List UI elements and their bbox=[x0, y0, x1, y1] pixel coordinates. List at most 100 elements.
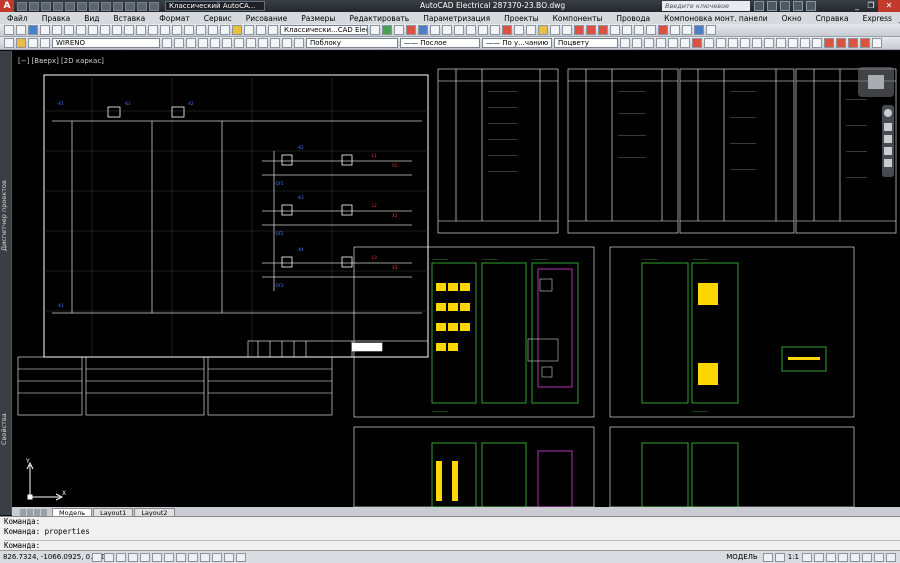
pin-icon[interactable] bbox=[370, 25, 380, 35]
make-current-icon[interactable] bbox=[162, 38, 172, 48]
gap-icon[interactable] bbox=[622, 25, 632, 35]
favorites-icon[interactable] bbox=[793, 1, 803, 11]
zoom-icon[interactable] bbox=[101, 1, 111, 11]
isolate-objects-icon[interactable] bbox=[862, 552, 872, 562]
menu-view[interactable]: Вид bbox=[77, 14, 106, 23]
publish-icon[interactable] bbox=[64, 25, 74, 35]
wire-tools-icon[interactable] bbox=[872, 38, 882, 48]
menu-modify[interactable]: Редактировать bbox=[342, 14, 416, 23]
annotation-scale[interactable]: 1:1 bbox=[788, 553, 799, 561]
menu-projects[interactable]: Проекты bbox=[497, 14, 545, 23]
minimize-button[interactable]: _ bbox=[850, 0, 864, 12]
lower-sheets[interactable] bbox=[17, 356, 333, 416]
application-menu-button[interactable]: A bbox=[0, 0, 14, 12]
help-icon[interactable] bbox=[806, 1, 816, 11]
enclosure-outlines[interactable] bbox=[431, 262, 827, 507]
explode-icon[interactable] bbox=[812, 38, 822, 48]
block-icon[interactable] bbox=[149, 1, 159, 11]
menu-insert[interactable]: Вставка bbox=[107, 14, 153, 23]
insert-wire-icon-4[interactable] bbox=[848, 38, 858, 48]
zoom-previous-icon[interactable] bbox=[184, 25, 194, 35]
transparency-icon[interactable] bbox=[212, 552, 222, 562]
audit-icon[interactable] bbox=[658, 25, 668, 35]
insert-wire-icon-3[interactable] bbox=[836, 38, 846, 48]
subscription-icon[interactable] bbox=[767, 1, 777, 11]
first-tab-icon[interactable] bbox=[20, 509, 26, 516]
color-select[interactable]: Поблоку bbox=[306, 38, 398, 48]
search-icon[interactable] bbox=[754, 1, 764, 11]
copy-component-icon[interactable] bbox=[466, 25, 476, 35]
orbit-nav-icon[interactable] bbox=[884, 147, 892, 155]
relay-contacts[interactable] bbox=[107, 106, 353, 268]
auto-scale-icon[interactable] bbox=[814, 552, 824, 562]
cut-icon[interactable] bbox=[76, 25, 86, 35]
insert-wire-icon-5[interactable] bbox=[860, 38, 870, 48]
save-icon[interactable] bbox=[41, 1, 51, 11]
menu-file[interactable]: Файл bbox=[0, 14, 35, 23]
signal-arrow-icon[interactable] bbox=[574, 25, 584, 35]
match-properties-icon[interactable] bbox=[112, 25, 122, 35]
scoot-icon[interactable] bbox=[490, 25, 500, 35]
tool-palettes-icon[interactable] bbox=[220, 25, 230, 35]
layer-icon[interactable] bbox=[137, 1, 147, 11]
search-input[interactable]: Введите ключевое слово/фразу bbox=[662, 1, 750, 20]
extend-icon[interactable] bbox=[752, 38, 762, 48]
layer-match-icon[interactable] bbox=[270, 38, 280, 48]
lineweight-icon[interactable] bbox=[200, 552, 210, 562]
prev-tab-icon[interactable] bbox=[27, 509, 33, 516]
osnap-icon[interactable] bbox=[140, 552, 150, 562]
properties-tab[interactable]: Свойства bbox=[0, 399, 12, 459]
new-icon[interactable] bbox=[17, 1, 27, 11]
menu-edit[interactable]: Правка bbox=[35, 14, 78, 23]
terminal-strip-icon[interactable] bbox=[550, 25, 560, 35]
mirror-icon[interactable] bbox=[656, 38, 666, 48]
insert-wire-icon-2[interactable] bbox=[824, 38, 834, 48]
panel-footprint-icon[interactable] bbox=[538, 25, 548, 35]
next-tab-icon[interactable] bbox=[34, 509, 40, 516]
menu-tools[interactable]: Сервис bbox=[197, 14, 239, 23]
close-button[interactable]: ✕ bbox=[878, 0, 900, 12]
restore-button[interactable]: ❐ bbox=[864, 0, 878, 12]
steering-wheel-icon[interactable] bbox=[884, 109, 892, 117]
open-icon[interactable] bbox=[29, 1, 39, 11]
move-icon[interactable] bbox=[632, 38, 642, 48]
stretch-icon[interactable] bbox=[728, 38, 738, 48]
redo-icon[interactable] bbox=[136, 25, 146, 35]
properties-icon[interactable] bbox=[125, 1, 135, 11]
offset-icon[interactable] bbox=[668, 38, 678, 48]
insert-ladder-icon[interactable] bbox=[430, 25, 440, 35]
polar-icon[interactable] bbox=[128, 552, 138, 562]
unisolate-icon[interactable] bbox=[210, 38, 220, 48]
project-manager-tab[interactable]: Диспетчер проектов bbox=[0, 151, 12, 281]
toolbar-lock-icon[interactable] bbox=[838, 552, 848, 562]
plc-io-icon[interactable] bbox=[562, 25, 572, 35]
last-tab-icon[interactable] bbox=[41, 509, 47, 516]
print-icon[interactable] bbox=[53, 1, 63, 11]
panel-components[interactable] bbox=[527, 278, 559, 378]
menu-components[interactable]: Компоненты bbox=[546, 14, 610, 23]
delete-component-icon[interactable] bbox=[478, 25, 488, 35]
settings-icon[interactable] bbox=[706, 25, 716, 35]
wire-type-icon[interactable] bbox=[610, 25, 620, 35]
cross-reference-icon[interactable] bbox=[442, 25, 452, 35]
reports-icon[interactable] bbox=[514, 25, 524, 35]
lineweight-select[interactable]: —— По у...чанию bbox=[482, 38, 552, 48]
enclosure-sheets[interactable] bbox=[353, 246, 855, 507]
grid-icon[interactable] bbox=[104, 552, 114, 562]
3d-osnap-icon[interactable] bbox=[152, 552, 162, 562]
tab-layout1[interactable]: Layout1 bbox=[93, 508, 134, 517]
menu-express[interactable]: Express bbox=[856, 14, 899, 23]
pan-nav-icon[interactable] bbox=[884, 123, 892, 131]
scale-icon[interactable] bbox=[716, 38, 726, 48]
undo-icon[interactable] bbox=[124, 25, 134, 35]
copy-icon[interactable] bbox=[88, 25, 98, 35]
zoom-nav-icon[interactable] bbox=[884, 135, 892, 143]
palette-strip[interactable]: Диспетчер проектов Свойства bbox=[0, 51, 12, 515]
surfer-icon[interactable] bbox=[502, 25, 512, 35]
pan-icon[interactable] bbox=[148, 25, 158, 35]
array-icon[interactable] bbox=[680, 38, 690, 48]
pan-icon[interactable] bbox=[113, 1, 123, 11]
properties-icon[interactable] bbox=[196, 25, 206, 35]
layer-states-icon[interactable] bbox=[186, 38, 196, 48]
tab-model[interactable]: Модель bbox=[52, 508, 93, 517]
